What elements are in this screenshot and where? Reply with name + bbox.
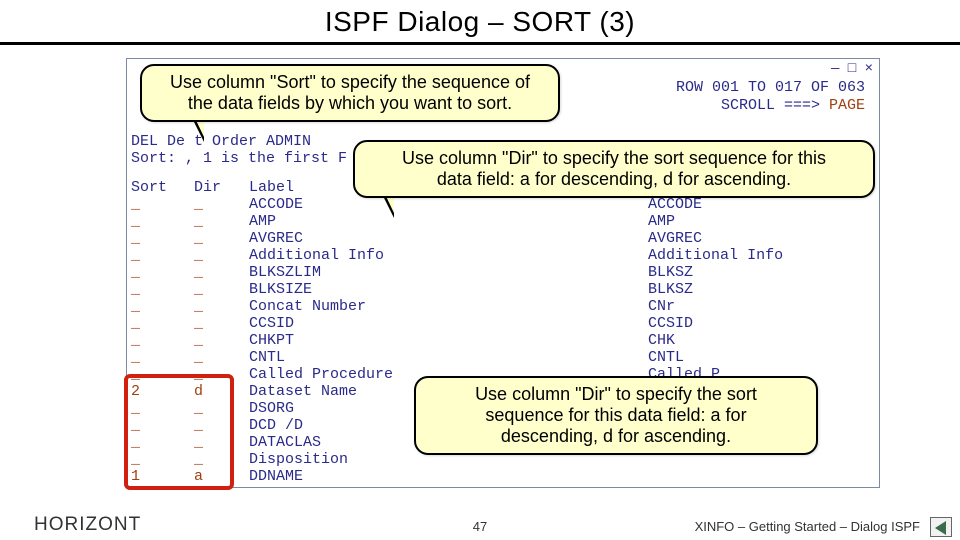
dir-cell[interactable]: _ <box>194 332 240 349</box>
dir-cell[interactable]: _ <box>194 315 240 332</box>
dir-cell[interactable]: _ <box>194 281 240 298</box>
sort-cell[interactable]: _ <box>131 349 185 366</box>
colhdr-cell: CHK <box>648 332 848 349</box>
callout-dir-top-text: Use column "Dir" to specify the sort seq… <box>369 148 859 190</box>
dir-cell[interactable]: _ <box>194 196 240 213</box>
colhdr-cell: AMP <box>648 213 848 230</box>
colhdr-cell: CNTL <box>648 349 848 366</box>
title-underline <box>0 42 960 45</box>
label-cell: Concat Number <box>249 298 529 315</box>
sort-cell[interactable]: _ <box>131 213 185 230</box>
page-title: ISPF Dialog – SORT (3) <box>0 0 960 38</box>
col-dir-header: Dir <box>194 179 240 196</box>
slide: { "title": "ISPF Dialog – SORT (3)", "ca… <box>0 0 960 540</box>
dir-cell[interactable]: _ <box>194 264 240 281</box>
sort-cell[interactable]: _ <box>131 281 185 298</box>
sort-cell[interactable]: _ <box>131 196 185 213</box>
highlight-sort-dir-box <box>124 374 234 490</box>
callout-dir-column-bottom: Use column "Dir" to specify the sort seq… <box>414 376 818 455</box>
window-controls[interactable]: — □ × <box>831 61 873 77</box>
dir-cell[interactable]: _ <box>194 213 240 230</box>
label-cell: CHKPT <box>249 332 529 349</box>
label-cell: CNTL <box>249 349 529 366</box>
colhdr-cell: CCSID <box>648 315 848 332</box>
scroll-label: SCROLL ===> <box>721 97 829 114</box>
label-cell: AVGREC <box>249 230 529 247</box>
label-cell: CCSID <box>249 315 529 332</box>
callout-sort-column: Use column "Sort" to specify the sequenc… <box>140 64 560 122</box>
label-cell: BLKSZLIM <box>249 264 529 281</box>
sort-cell[interactable]: _ <box>131 315 185 332</box>
colhdr-cell: ACCODE <box>648 196 848 213</box>
callout-dir-column-top: Use column "Dir" to specify the sort seq… <box>353 140 875 198</box>
footer: HORIZONT 47 XINFO – Getting Started – Di… <box>0 512 960 540</box>
footer-doc-name: XINFO – Getting Started – Dialog ISPF <box>695 519 920 534</box>
sort-cell[interactable]: _ <box>131 332 185 349</box>
col-column-header: Column Header ACCODE AMP AVGREC Addition… <box>648 179 848 383</box>
colhdr-cell: CNr <box>648 298 848 315</box>
colhdr-cell: BLKSZ <box>648 264 848 281</box>
row-status: ROW 001 TO 017 OF 063 <box>676 79 865 96</box>
scroll-field[interactable]: SCROLL ===> PAGE <box>721 97 865 114</box>
del-line: DEL De t Order ADMIN <box>131 133 347 150</box>
colhdr-cell: Additional Info <box>648 247 848 264</box>
sort-cell[interactable]: _ <box>131 264 185 281</box>
dir-cell[interactable]: _ <box>194 230 240 247</box>
prev-slide-icon[interactable] <box>930 517 952 537</box>
sort-cell[interactable]: _ <box>131 230 185 247</box>
callout-sort-column-text: Use column "Sort" to specify the sequenc… <box>156 72 544 114</box>
sort-cell[interactable]: _ <box>131 247 185 264</box>
label-cell: DDNAME <box>249 468 529 485</box>
callout-dir-bottom-text: Use column "Dir" to specify the sort seq… <box>430 384 802 447</box>
dir-cell[interactable]: _ <box>194 349 240 366</box>
dir-cell[interactable]: _ <box>194 298 240 315</box>
terminal-header-lines: DEL De t Order ADMIN Sort: , 1 is the fi… <box>131 133 347 167</box>
colhdr-cell: AVGREC <box>648 230 848 247</box>
scroll-value[interactable]: PAGE <box>829 97 865 114</box>
sort-cell[interactable]: _ <box>131 298 185 315</box>
label-cell: Additional Info <box>249 247 529 264</box>
sort-hint-line: Sort: , 1 is the first F <box>131 150 347 167</box>
col-sort-header: Sort <box>131 179 185 196</box>
colhdr-cell: BLKSZ <box>648 281 848 298</box>
label-cell: BLKSIZE <box>249 281 529 298</box>
dir-cell[interactable]: _ <box>194 247 240 264</box>
